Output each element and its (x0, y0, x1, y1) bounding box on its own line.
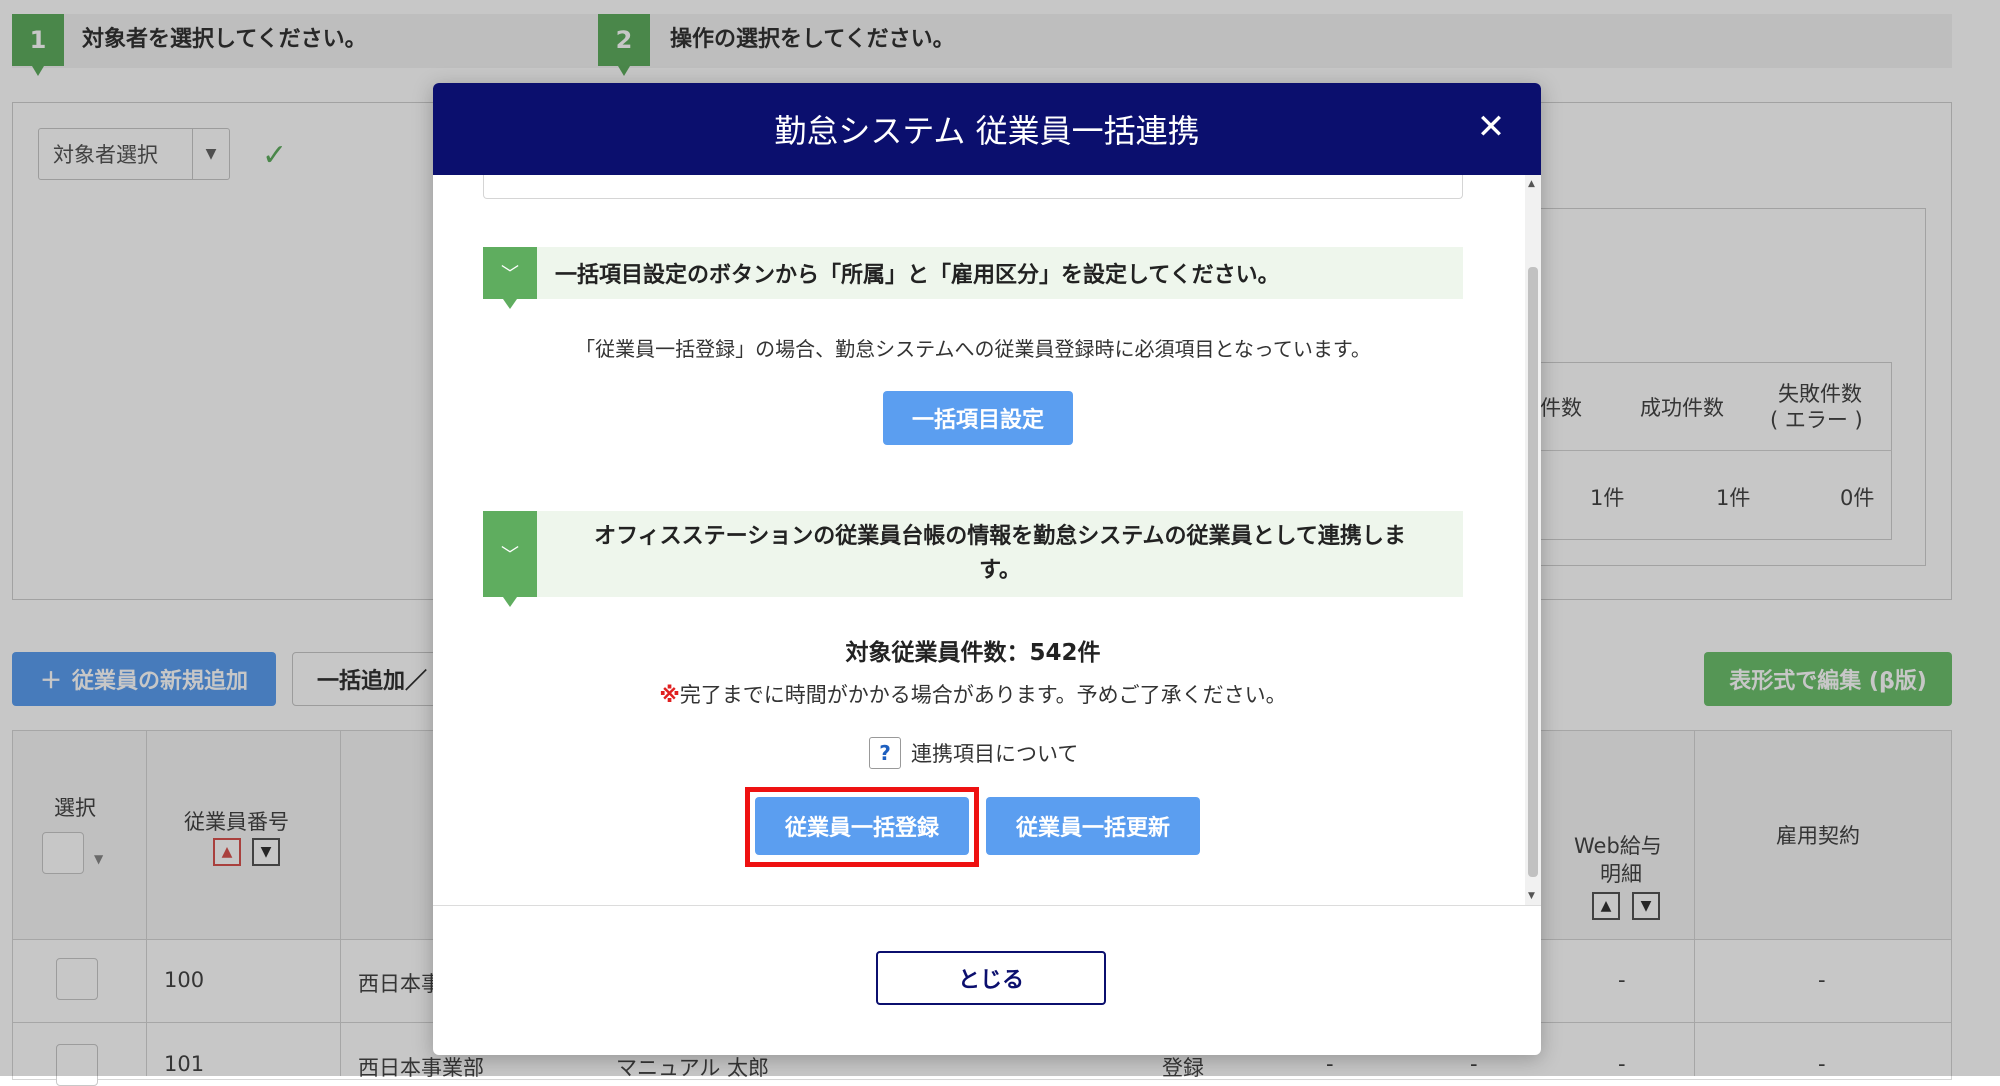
section-2-title: オフィスステーションの従業員台帳の情報を勤怠システムの従業員として連携しま す。 (537, 520, 1463, 588)
help-link-label: 連携項目について (911, 742, 1079, 766)
close-button[interactable]: とじる (876, 951, 1106, 1005)
help-icon: ? (869, 737, 901, 769)
scroll-down-icon[interactable]: ▼ (1528, 891, 1535, 901)
bulk-update-button[interactable]: 従業員一括更新 (986, 797, 1200, 855)
close-icon[interactable]: ✕ (1469, 105, 1513, 149)
modal-header: 勤怠システム 従業員一括連携 (433, 83, 1541, 175)
section-1-header: ﹀ 一括項目設定のボタンから「所属」と「雇用区分」を設定してください。 (483, 247, 1463, 309)
bulk-register-button[interactable]: 従業員一括登録 (755, 797, 969, 855)
bulk-register-label: 従業員一括登録 (784, 816, 939, 841)
scrolled-input (483, 175, 1463, 199)
section-1-description: 「従業員一括登録」の場合、勤怠システムへの従業員登録時に必須項目となっています。 (575, 337, 1371, 361)
section-2-title-line-2: す。 (979, 558, 1021, 583)
section-2-title-line-1: オフィスステーションの従業員台帳の情報を勤怠システムの従業員として連携しま (594, 524, 1406, 549)
target-count: 対象従業員件数：542件 (845, 640, 1101, 666)
warning-message: ※完了までに時間がかかる場合があります。予めご了承ください。 (483, 679, 1463, 709)
scroll-thumb[interactable] (1528, 267, 1538, 877)
warning-mark: ※ (659, 683, 680, 707)
chevron-down-icon: ﹀ (483, 511, 537, 607)
bulk-settings-button[interactable]: 一括項目設定 (883, 391, 1073, 445)
help-link[interactable]: ? 連携項目について (869, 737, 1078, 769)
bulk-settings-label: 一括項目設定 (911, 408, 1044, 433)
chevron-down-icon: ﹀ (483, 247, 537, 309)
bulk-sync-modal: 勤怠システム 従業員一括連携 ✕ ﹀ 一括項目設定のボタンから「所属」と「雇用区… (433, 83, 1541, 1055)
modal-scrollbar[interactable]: ▲ ▼ (1525, 175, 1541, 905)
warning-text: 完了までに時間がかかる場合があります。予めご了承ください。 (679, 683, 1287, 707)
scroll-up-icon[interactable]: ▲ (1528, 179, 1535, 189)
section-2-header: ﹀ オフィスステーションの従業員台帳の情報を勤怠システムの従業員として連携しま … (483, 511, 1463, 607)
modal-footer-divider (433, 905, 1541, 906)
section-1-title: 一括項目設定のボタンから「所属」と「雇用区分」を設定してください。 (555, 263, 1280, 288)
bulk-update-label: 従業員一括更新 (1015, 816, 1170, 841)
modal-title: 勤怠システム 従業員一括連携 (774, 112, 1200, 150)
close-button-label: とじる (957, 968, 1024, 993)
